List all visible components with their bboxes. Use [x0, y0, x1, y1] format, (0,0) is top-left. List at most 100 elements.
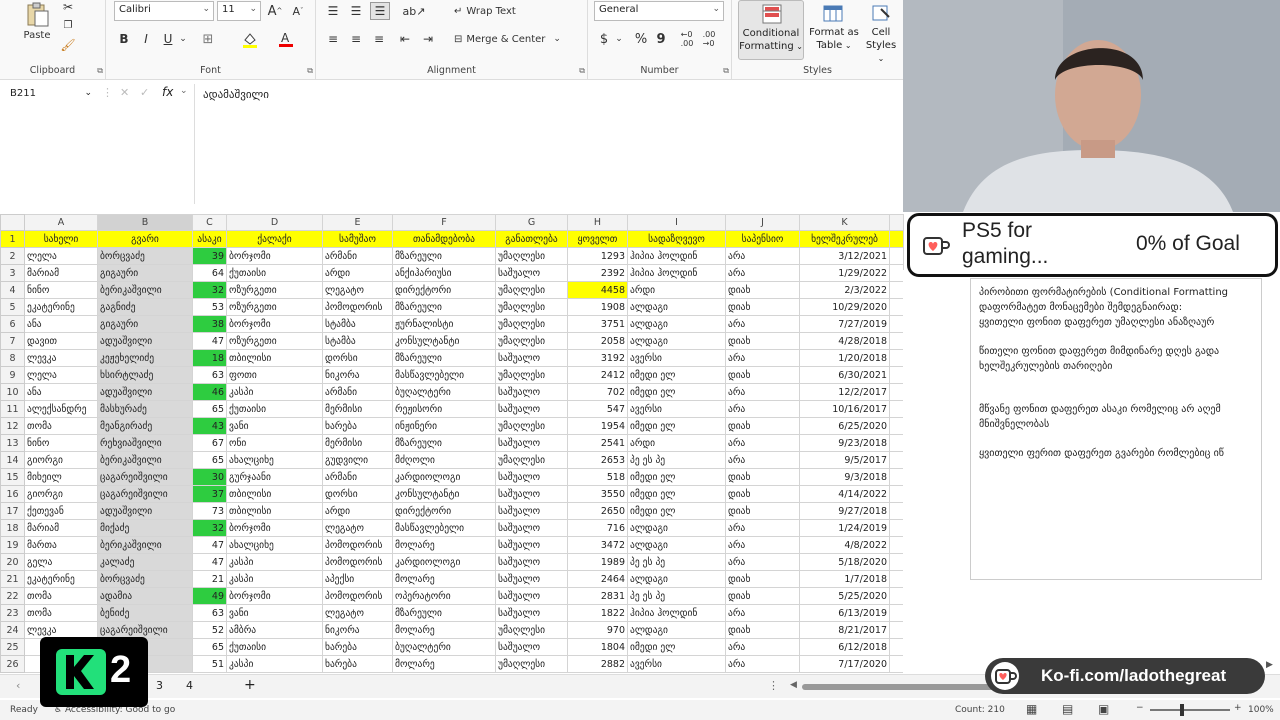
cell-f[interactable]: მოლარე — [392, 570, 496, 588]
cell-f[interactable]: კარდიოლოგი — [392, 553, 496, 571]
cell-empty[interactable] — [889, 417, 904, 435]
row-header[interactable]: 10 — [0, 383, 25, 401]
cell-h[interactable]: 2650 — [567, 502, 628, 520]
cell-h[interactable]: 3550 — [567, 485, 628, 503]
cell-i[interactable]: იმედი ელ — [627, 468, 726, 486]
cell-k[interactable]: 9/27/2018 — [799, 502, 890, 520]
cell-b[interactable]: რეხვიაშვილი — [97, 434, 193, 452]
cell-b[interactable]: ბორცვაძე — [97, 247, 193, 265]
cell-empty[interactable] — [889, 383, 904, 401]
font-color-icon[interactable]: A — [276, 30, 296, 48]
cell-h[interactable]: 1293 — [567, 247, 628, 265]
cell-b[interactable]: მეანგირაძე — [97, 417, 193, 435]
row-header[interactable]: 20 — [0, 553, 25, 571]
cell-g[interactable]: უმაღლესი — [495, 417, 568, 435]
cell-a[interactable]: ნინო — [24, 281, 98, 299]
insert-function-button[interactable]: fx — [162, 85, 173, 99]
zoom-in-button[interactable]: + — [1234, 703, 1242, 713]
cell-b[interactable]: გიგაური — [97, 315, 193, 333]
fill-color-icon[interactable] — [240, 30, 260, 48]
cell-empty[interactable] — [889, 587, 904, 605]
cell-empty[interactable] — [889, 468, 904, 486]
cell-e[interactable]: დორსი — [322, 349, 393, 367]
cell-a[interactable]: ლევკა — [24, 349, 98, 367]
instructions-textbox[interactable]: პირობითი ფორმატირების (Conditional Forma… — [970, 278, 1262, 580]
normal-view-icon[interactable]: ▦ — [1026, 702, 1037, 716]
cell-h[interactable]: 1908 — [567, 298, 628, 316]
zoom-slider[interactable] — [1150, 709, 1230, 711]
cell-f[interactable]: მოლარე — [392, 536, 496, 554]
scroll-left-icon[interactable]: ◀ — [790, 680, 797, 690]
cell-c[interactable]: 63 — [192, 604, 227, 622]
formula-input[interactable]: ადამაშვილი — [194, 84, 903, 204]
align-middle-icon[interactable]: ☰ — [347, 2, 365, 20]
cell-b[interactable]: ადუაშვილი — [97, 502, 193, 520]
row-header[interactable]: 9 — [0, 366, 25, 384]
cell-empty[interactable] — [889, 400, 904, 418]
cell-h[interactable]: 3192 — [567, 349, 628, 367]
cell-j[interactable]: არა — [725, 349, 800, 367]
cell-j[interactable]: არა — [725, 553, 800, 571]
cell-d[interactable]: კასპი — [226, 570, 323, 588]
cell-a[interactable]: მარიამ — [24, 264, 98, 282]
cell-h[interactable]: 2412 — [567, 366, 628, 384]
cell-i[interactable]: პე ეს პე — [627, 451, 726, 469]
underline-button[interactable]: U — [160, 30, 176, 48]
zoom-level[interactable]: 100% — [1248, 705, 1274, 715]
dialog-launcher-icon[interactable]: ⧉ — [723, 66, 729, 76]
cell-h[interactable]: 3472 — [567, 536, 628, 554]
cell-j[interactable]: არა — [725, 247, 800, 265]
column-header-e[interactable]: E — [322, 214, 393, 231]
cell-g[interactable]: უმაღლესი — [495, 621, 568, 639]
shrink-font-button[interactable]: Aˇ — [289, 2, 307, 20]
column-header-a[interactable]: A — [24, 214, 98, 231]
paste-button[interactable]: Paste — [20, 28, 54, 42]
row-header[interactable]: 2 — [0, 247, 25, 265]
header-cell-empty[interactable] — [889, 230, 904, 248]
cell-d[interactable]: კასპი — [226, 383, 323, 401]
cell-e[interactable]: არდი — [322, 264, 393, 282]
merge-center-button[interactable]: ⊟ Merge & Center ⌄ — [454, 30, 574, 48]
cell-a[interactable]: თომა — [24, 417, 98, 435]
cell-h[interactable]: 970 — [567, 621, 628, 639]
cell-g[interactable]: უმაღლესი — [495, 315, 568, 333]
more-icon[interactable]: ⋮ — [768, 679, 779, 692]
cell-i[interactable]: ალდაგი — [627, 298, 726, 316]
cell-d[interactable]: ოზურგეთი — [226, 281, 323, 299]
cell-h[interactable]: 2882 — [567, 655, 628, 673]
cell-j[interactable]: არა — [725, 655, 800, 673]
cell-j[interactable]: დიახ — [725, 417, 800, 435]
decrease-decimal-icon[interactable]: .00 →0 — [700, 30, 718, 48]
cell-a[interactable]: ლელა — [24, 247, 98, 265]
header-cell[interactable]: სახელი — [24, 230, 98, 248]
cell-e[interactable]: არმანი — [322, 383, 393, 401]
cell-e[interactable]: ხარება — [322, 638, 393, 656]
cell-j[interactable]: დიახ — [725, 485, 800, 503]
cell-e[interactable]: სტამბა — [322, 332, 393, 350]
cell-g[interactable]: საშუალო — [495, 536, 568, 554]
cell-e[interactable]: მერმისი — [322, 434, 393, 452]
cell-g[interactable]: უმაღლესი — [495, 298, 568, 316]
row-header[interactable]: 12 — [0, 417, 25, 435]
format-painter-icon[interactable]: 🖌 — [60, 38, 76, 52]
cell-c[interactable]: 53 — [192, 298, 227, 316]
cell-e[interactable]: ნიკორა — [322, 366, 393, 384]
cell-j[interactable]: არა — [725, 638, 800, 656]
cell-h[interactable]: 2653 — [567, 451, 628, 469]
increase-decimal-icon[interactable]: ←0.00 — [678, 30, 696, 48]
cell-k[interactable]: 6/13/2019 — [799, 604, 890, 622]
cell-k[interactable]: 8/21/2017 — [799, 621, 890, 639]
cell-h[interactable]: 1954 — [567, 417, 628, 435]
row-header[interactable]: 24 — [0, 621, 25, 639]
cell-c[interactable]: 51 — [192, 655, 227, 673]
cell-d[interactable]: ბორჯომი — [226, 247, 323, 265]
cell-j[interactable]: არა — [725, 519, 800, 537]
zoom-out-button[interactable]: − — [1136, 703, 1144, 713]
cell-k[interactable]: 5/18/2020 — [799, 553, 890, 571]
cell-d[interactable]: ვანი — [226, 417, 323, 435]
cell-h[interactable]: 1822 — [567, 604, 628, 622]
column-header-g[interactable]: G — [495, 214, 568, 231]
cell-d[interactable]: ბორჯომი — [226, 587, 323, 605]
cell-b[interactable]: ბორცვაძე — [97, 570, 193, 588]
cell-empty[interactable] — [889, 349, 904, 367]
